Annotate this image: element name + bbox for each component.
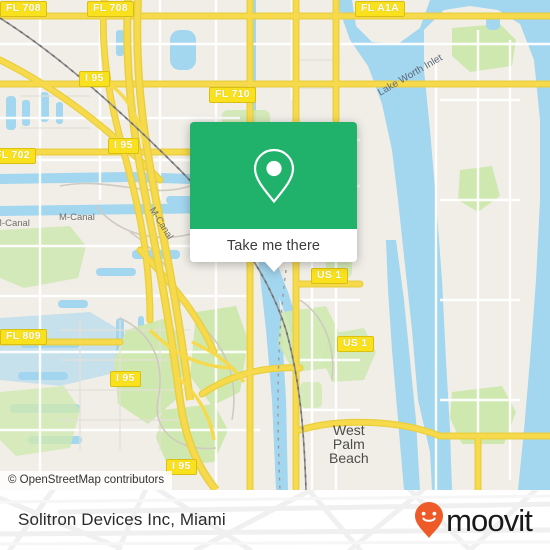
moovit-wordmark: moovit [446, 502, 533, 538]
moovit-logo[interactable]: moovit [414, 501, 533, 539]
page-title: Solitron Devices Inc, Miami [18, 510, 226, 529]
screenshot-root: M-CanalM-CanalM-CanalLake Worth Inlet FL… [0, 0, 550, 550]
road-shield: FL 702 [0, 148, 36, 164]
road-shield: US 1 [311, 268, 348, 284]
road-shield: I 95 [110, 371, 141, 387]
road-shield: FL A1A [355, 1, 405, 17]
moovit-pin-icon [415, 502, 444, 538]
road-shield: FL 708 [87, 1, 134, 17]
road-shield: FL 708 [0, 1, 47, 17]
road-shield: I 95 [108, 138, 139, 154]
road-shield: FL 809 [0, 329, 47, 345]
osm-attribution[interactable]: © OpenStreetMap contributors [0, 471, 173, 490]
popup-action-label: Take me there [226, 237, 321, 254]
road-shield: US 1 [337, 336, 374, 352]
popup-action-bar[interactable]: Take me there [190, 229, 357, 272]
road-shield: FL 710 [209, 87, 256, 103]
popup-icon-area [190, 122, 357, 229]
take-me-there-popup[interactable]: Take me there [190, 122, 357, 272]
footer-bar: Solitron Devices Inc, Miami moovit [0, 490, 550, 550]
map-pin-icon [253, 148, 294, 203]
map-canvas[interactable]: M-CanalM-CanalM-CanalLake Worth Inlet FL… [0, 0, 550, 490]
popup-pointer-tail [263, 261, 284, 272]
road-shield: I 95 [79, 71, 110, 87]
